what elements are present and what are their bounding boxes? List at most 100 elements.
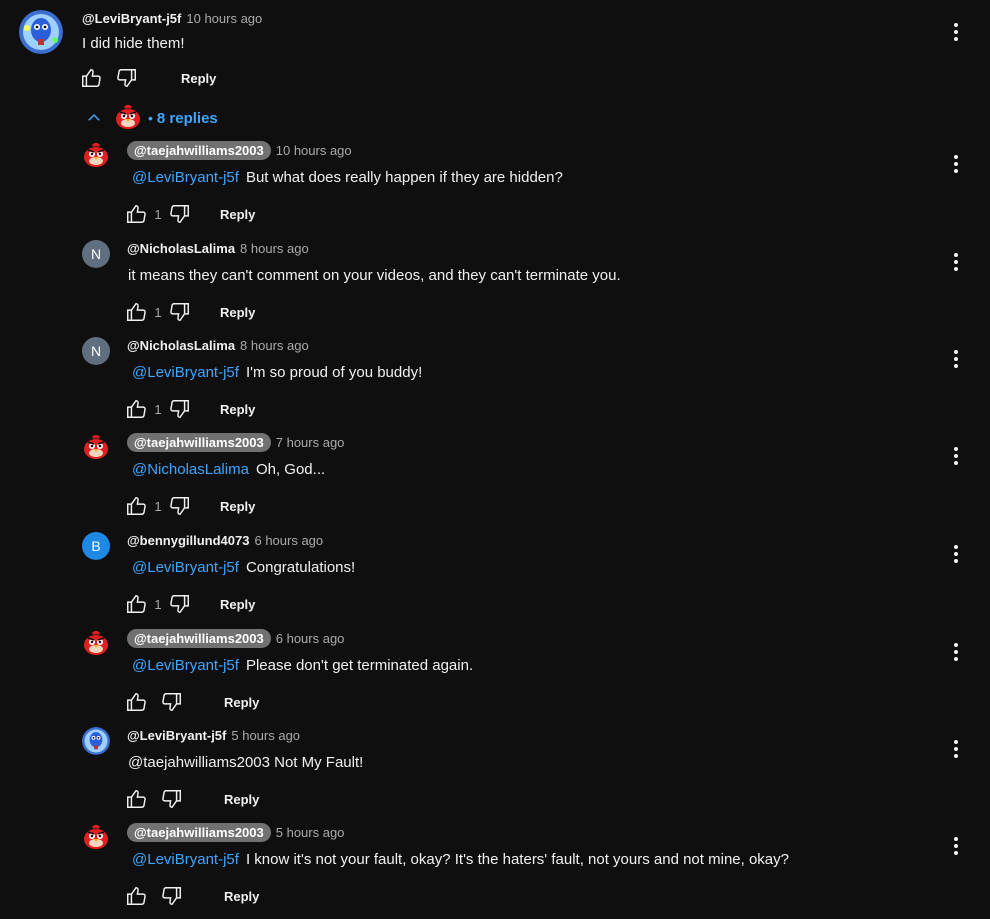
comment-text: @LeviBryant-j5f I know it's not your faul…: [127, 851, 789, 868]
more-options-icon[interactable]: [944, 20, 968, 44]
red-bird-avatar-icon: [84, 825, 108, 849]
reply-comment: N @NicholasLalima 8 hours ago @LeviBryant-j…: [0, 335, 990, 431]
avatar[interactable]: B: [82, 532, 110, 560]
mention-link[interactable]: @LeviBryant-j5f: [132, 169, 239, 186]
more-options-icon[interactable]: [944, 542, 968, 566]
avatar-letter: N: [90, 246, 102, 262]
dislike-icon[interactable]: [168, 592, 192, 616]
reply-button[interactable]: Reply: [220, 499, 255, 514]
comment-time[interactable]: 10 hours ago: [276, 143, 352, 158]
replier-avatar: [114, 104, 142, 132]
blue-character-avatar-icon: [19, 10, 63, 54]
comment-author[interactable]: @NicholasLalima: [127, 338, 235, 353]
comment-body: I'm so proud of you buddy!: [245, 364, 423, 381]
reply-button[interactable]: Reply: [220, 207, 255, 222]
mention-link[interactable]: @LeviBryant-j5f: [132, 657, 239, 674]
comment-time[interactable]: 10 hours ago: [186, 11, 262, 26]
avatar[interactable]: N: [82, 337, 110, 365]
more-options-icon[interactable]: [944, 250, 968, 274]
comment-author[interactable]: @NicholasLalima: [127, 241, 235, 256]
avatar[interactable]: [82, 434, 110, 462]
avatar[interactable]: [82, 142, 110, 170]
comment-body: @taejahwilliams2003 Not My Fault!: [128, 754, 364, 771]
dislike-icon[interactable]: [160, 787, 184, 811]
like-icon[interactable]: [124, 397, 148, 421]
comment-author[interactable]: @LeviBryant-j5f: [82, 11, 181, 26]
reply-button[interactable]: Reply: [224, 889, 259, 904]
chevron-up-icon[interactable]: [82, 106, 106, 130]
comment-text: @LeviBryant-j5f Please don't get terminat…: [127, 657, 473, 674]
avatar[interactable]: [82, 824, 110, 852]
comment-author[interactable]: @taejahwilliams2003: [127, 629, 271, 648]
separator-dot: •: [148, 110, 153, 126]
more-options-icon[interactable]: [944, 834, 968, 858]
like-count: 1: [154, 304, 162, 320]
dislike-icon[interactable]: [160, 884, 184, 908]
comment-time[interactable]: 6 hours ago: [254, 533, 323, 548]
dislike-icon[interactable]: [168, 202, 192, 226]
dislike-icon[interactable]: [168, 300, 192, 324]
mention-link[interactable]: @LeviBryant-j5f: [132, 851, 239, 868]
reply-button[interactable]: Reply: [224, 695, 259, 710]
avatar[interactable]: [82, 630, 110, 658]
reply-button[interactable]: Reply: [220, 402, 255, 417]
mention-link[interactable]: @NicholasLalima: [132, 461, 249, 478]
comment-text: @NicholasLalima Oh, God...: [127, 461, 325, 478]
comment-time[interactable]: 6 hours ago: [276, 631, 345, 646]
comment-text: it means they can't comment on your vide…: [128, 267, 621, 284]
reply-comment: @LeviBryant-j5f 5 hours ago @taejahwilliam…: [0, 725, 990, 821]
comment-time[interactable]: 8 hours ago: [240, 241, 309, 256]
dislike-icon[interactable]: [115, 66, 139, 90]
comment-text: @LeviBryant-j5f I'm so proud of you buddy…: [127, 364, 422, 381]
more-options-icon[interactable]: [944, 640, 968, 664]
comment-time[interactable]: 8 hours ago: [240, 338, 309, 353]
like-icon[interactable]: [124, 202, 148, 226]
mention-link[interactable]: @LeviBryant-j5f: [132, 364, 239, 381]
dislike-icon[interactable]: [160, 690, 184, 714]
comment-text: I did hide them!: [82, 35, 185, 52]
avatar[interactable]: N: [82, 240, 110, 268]
comment-author[interactable]: @bennygillund4073: [127, 533, 249, 548]
comment-author[interactable]: @LeviBryant-j5f: [127, 728, 226, 743]
like-count: 1: [154, 401, 162, 417]
red-bird-avatar-icon: [84, 143, 108, 167]
comment-time[interactable]: 5 hours ago: [276, 825, 345, 840]
comment-text: @LeviBryant-j5f But what does really happ…: [127, 169, 563, 186]
like-icon[interactable]: [124, 884, 148, 908]
avatar[interactable]: [19, 10, 63, 54]
reply-button[interactable]: Reply: [220, 597, 255, 612]
like-icon[interactable]: [124, 300, 148, 324]
comment-time[interactable]: 7 hours ago: [276, 435, 345, 450]
red-bird-avatar-icon: [84, 435, 108, 459]
avatar[interactable]: [82, 727, 110, 755]
more-options-icon[interactable]: [944, 444, 968, 468]
comment-body: it means they can't comment on your vide…: [128, 267, 621, 284]
reply-comment: @taejahwilliams2003 7 hours ago @NicholasL…: [0, 432, 990, 528]
reply-comment: @taejahwilliams2003 10 hours ago @LeviBrya…: [0, 140, 990, 236]
more-options-icon[interactable]: [944, 152, 968, 176]
reply-button[interactable]: Reply: [224, 792, 259, 807]
like-count: 1: [154, 498, 162, 514]
comment-time[interactable]: 5 hours ago: [231, 728, 300, 743]
replies-toggle[interactable]: • 8 replies: [82, 103, 218, 133]
dislike-icon[interactable]: [168, 397, 192, 421]
like-icon[interactable]: [124, 690, 148, 714]
like-icon[interactable]: [124, 787, 148, 811]
comment-author[interactable]: @taejahwilliams2003: [127, 141, 271, 160]
dislike-icon[interactable]: [168, 494, 192, 518]
comment-author[interactable]: @taejahwilliams2003: [127, 823, 271, 842]
replies-count[interactable]: 8 replies: [157, 110, 218, 127]
reply-button[interactable]: Reply: [220, 305, 255, 320]
more-options-icon[interactable]: [944, 347, 968, 371]
comment-author[interactable]: @taejahwilliams2003: [127, 433, 271, 452]
like-icon[interactable]: [124, 592, 148, 616]
like-icon[interactable]: [79, 66, 103, 90]
like-icon[interactable]: [124, 494, 148, 518]
more-options-icon[interactable]: [944, 737, 968, 761]
comment-body: Congratulations!: [245, 559, 356, 576]
mention-link[interactable]: @LeviBryant-j5f: [132, 559, 239, 576]
reply-button[interactable]: Reply: [181, 71, 216, 86]
comment-text: @LeviBryant-j5f Congratulations!: [127, 559, 355, 576]
blue-character-avatar-icon: [82, 727, 110, 755]
reply-comment: @taejahwilliams2003 5 hours ago @LeviBryan…: [0, 822, 990, 918]
